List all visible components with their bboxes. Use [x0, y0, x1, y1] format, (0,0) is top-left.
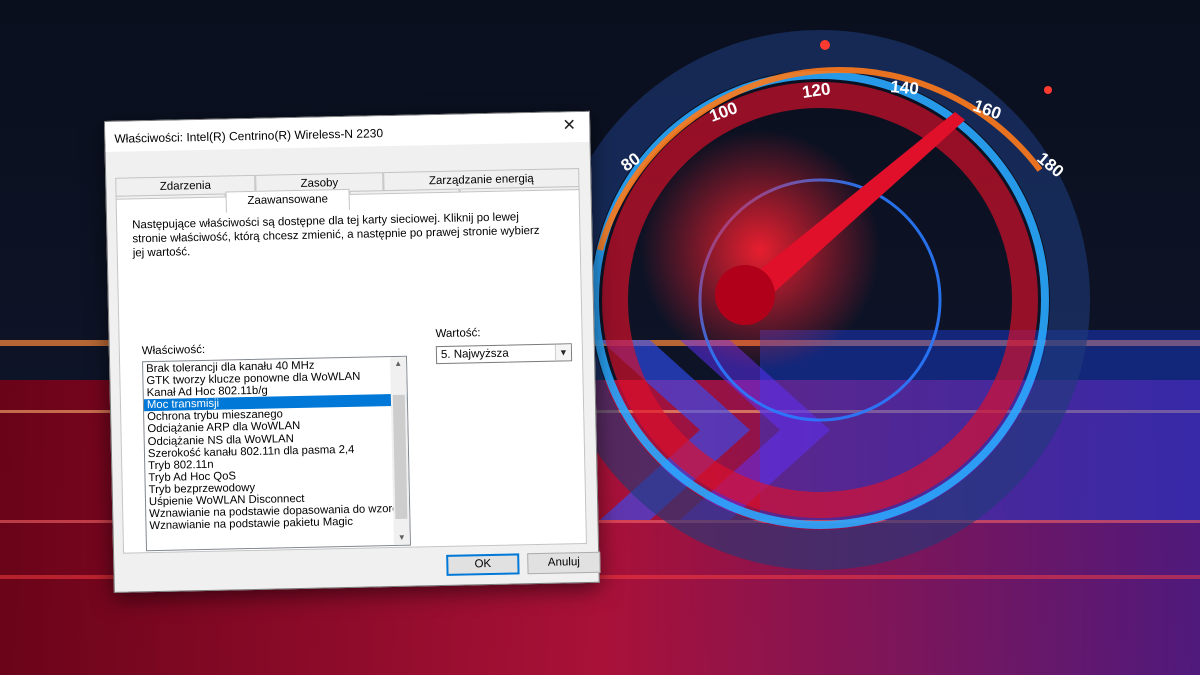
list-scrollbar[interactable]: ▲ ▼	[390, 356, 410, 546]
speedometer-tick-label: 120	[801, 79, 832, 102]
property-label: Właściwość:	[141, 343, 206, 358]
properties-dialog: Właściwości: Intel(R) Centrino(R) Wirele…	[104, 110, 601, 593]
value-label: Wartość:	[435, 327, 481, 341]
property-list: Brak tolerancji dla kanału 40 MHz GTK two…	[143, 357, 410, 533]
close-icon[interactable]: ✕	[557, 115, 581, 137]
value-selected: 5. Najwyższa	[440, 347, 509, 361]
cancel-button[interactable]: Anuluj	[527, 551, 601, 575]
value-dropdown[interactable]: 5. Najwyższa ▼	[435, 343, 573, 365]
advanced-content: Następujące właściwości są dostępne dla …	[116, 189, 587, 554]
chevron-down-icon[interactable]: ▼	[554, 344, 572, 361]
arrow-down-icon[interactable]: ▼	[394, 531, 410, 545]
ok-button[interactable]: OK	[446, 553, 520, 576]
scrollbar-thumb[interactable]	[392, 394, 408, 519]
speedometer-tick-label: 140	[890, 77, 920, 98]
arrow-up-icon[interactable]: ▲	[390, 357, 406, 371]
property-listbox[interactable]: Brak tolerancji dla kanału 40 MHz GTK two…	[142, 355, 411, 552]
description-text: Następujące właściwości są dostępne dla …	[132, 211, 540, 260]
dialog-title: Właściwości: Intel(R) Centrino(R) Wirele…	[114, 126, 384, 146]
